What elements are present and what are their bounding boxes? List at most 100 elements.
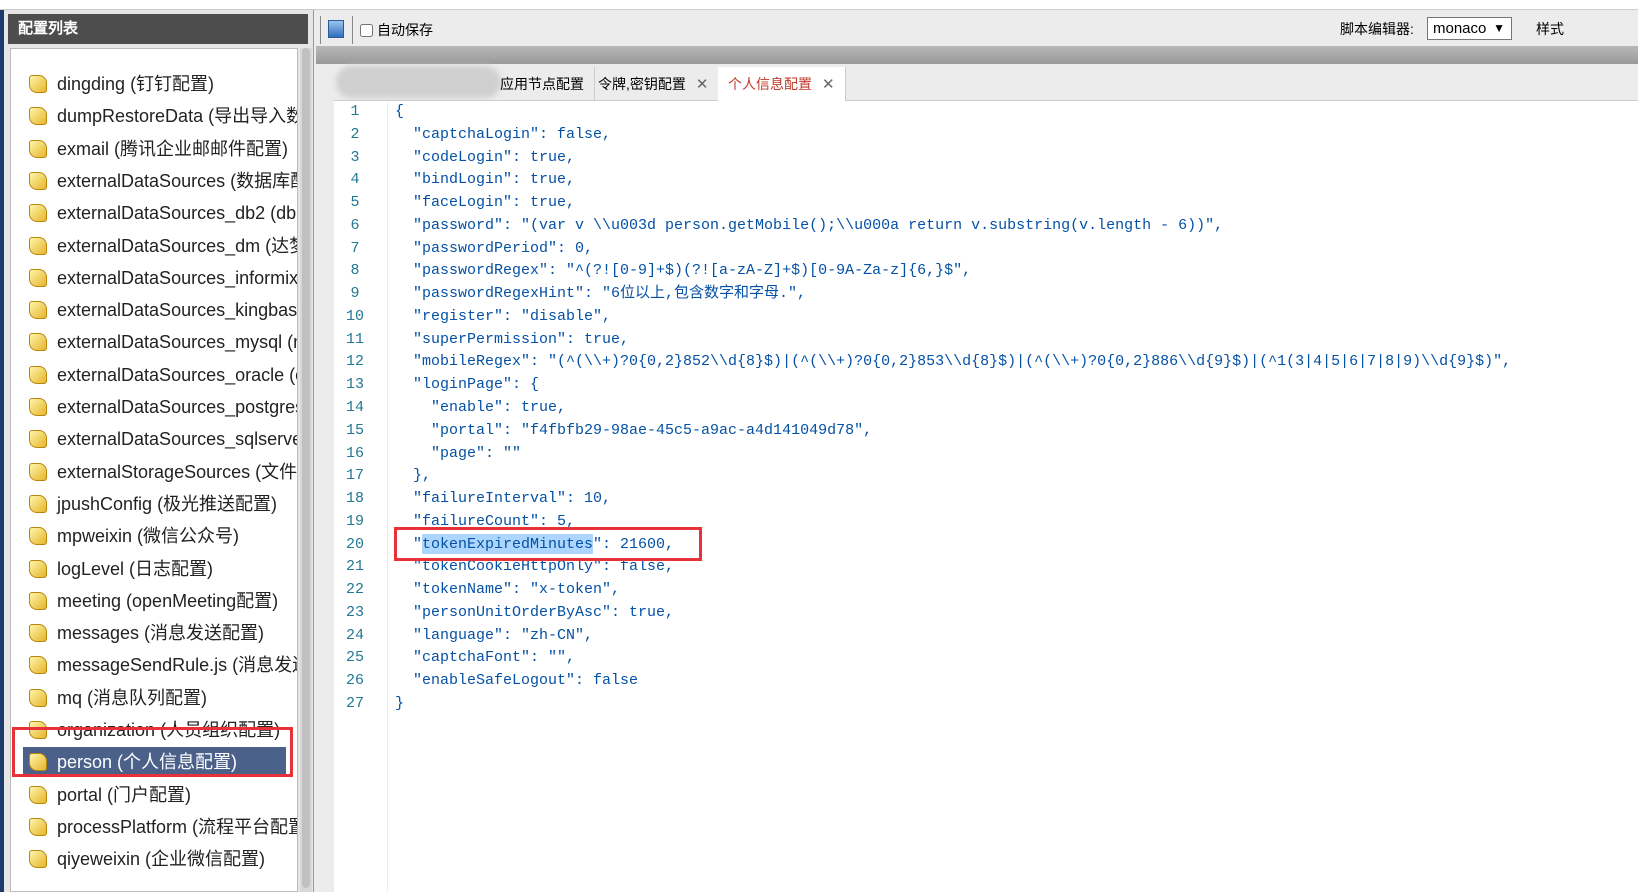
config-list-item[interactable]: meeting (openMeeting配置) bbox=[23, 586, 297, 616]
config-list-item[interactable]: mpweixin (微信公众号) bbox=[23, 521, 297, 551]
config-list-item[interactable]: externalDataSources_dm (达梦 bbox=[23, 231, 297, 261]
scroll-icon bbox=[29, 139, 47, 158]
code-line: "password": "(var v \\u003d person.getMo… bbox=[395, 216, 1224, 234]
tab-person[interactable]: 个人信息配置 ✕ bbox=[718, 67, 846, 101]
line-number: 23 bbox=[345, 603, 364, 621]
item-label: mpweixin (微信公众号) bbox=[57, 526, 240, 547]
line-number: 8 bbox=[350, 262, 360, 280]
autosave-check[interactable] bbox=[360, 23, 373, 37]
line-number: 18 bbox=[345, 490, 364, 508]
line-number: 3 bbox=[350, 148, 360, 166]
item-label: qiyeweixin (企业微信配置) bbox=[57, 849, 266, 870]
scroll-icon bbox=[29, 236, 47, 255]
editor-label: 脚本编辑器: bbox=[1340, 21, 1414, 37]
item-label: exmail (腾讯企业邮邮件配置) bbox=[57, 138, 289, 159]
scroll-icon bbox=[29, 204, 47, 223]
item-label: externalDataSources_postgres bbox=[57, 397, 298, 417]
code-line: "passwordPeriod": 0, bbox=[395, 239, 594, 257]
item-label: messages (消息发送配置) bbox=[57, 623, 265, 644]
config-list-item[interactable]: externalStorageSources (文件存 bbox=[23, 457, 298, 487]
code-line: "faceLogin": true, bbox=[395, 194, 576, 212]
scroll-icon bbox=[29, 559, 47, 578]
config-list-item[interactable]: dingding (钉钉配置) bbox=[23, 69, 297, 99]
blurred-tab bbox=[336, 66, 501, 98]
item-label: dingding (钉钉配置) bbox=[57, 74, 215, 94]
config-list-item[interactable]: qiyeweixin (企业微信配置) bbox=[23, 844, 297, 874]
config-list-item[interactable]: dumpRestoreData (导出导入数 bbox=[23, 101, 297, 131]
line-number: 7 bbox=[350, 239, 360, 257]
tab-token-key[interactable]: 令牌,密钥配置 ✕ bbox=[588, 67, 720, 101]
config-list-item[interactable]: externalDataSources_db2 (db2 bbox=[23, 198, 297, 228]
line-number: 9 bbox=[350, 285, 360, 303]
config-list-item[interactable]: externalDataSources_mysql (m bbox=[23, 327, 297, 357]
scroll-icon bbox=[29, 624, 47, 643]
code-editor[interactable]: 1 {2 "captchaLogin": false, 3 "codeLogin":… bbox=[334, 101, 1638, 892]
line-number: 6 bbox=[350, 216, 360, 234]
config-list-item[interactable]: jpushConfig (极光推送配置) bbox=[23, 489, 297, 519]
chevron-down-icon: ▼ bbox=[1493, 21, 1505, 35]
divider bbox=[352, 16, 353, 44]
line-number: 26 bbox=[345, 672, 364, 690]
gutter-divider bbox=[387, 101, 388, 892]
scroll-icon bbox=[29, 398, 47, 416]
item-label: meeting (openMeeting配置) bbox=[57, 590, 279, 611]
item-label: externalDataSources_kingbase bbox=[57, 300, 298, 321]
config-list-item[interactable]: messages (消息发送配置) bbox=[23, 618, 297, 648]
scroll-icon bbox=[29, 494, 47, 513]
scroll-icon bbox=[29, 75, 47, 93]
tab-bar: 应用节点配置 令牌,密钥配置 ✕ 个人信息配置 ✕ bbox=[334, 64, 1638, 101]
config-list-item[interactable]: logLevel (日志配置) bbox=[23, 554, 297, 584]
config-list-item[interactable]: externalDataSources_kingbase bbox=[23, 295, 298, 325]
top-bar bbox=[0, 0, 1638, 10]
code-line: "page": "" bbox=[395, 444, 522, 462]
tab-label: 令牌,密钥配置 bbox=[598, 76, 686, 92]
sidebar-scrollbar[interactable] bbox=[300, 48, 312, 892]
line-number: 12 bbox=[345, 353, 364, 371]
code-line: } bbox=[395, 695, 405, 713]
item-label: logLevel (日志配置) bbox=[57, 558, 214, 579]
scroll-icon bbox=[29, 365, 47, 384]
line-number: 16 bbox=[345, 444, 364, 462]
line-number: 22 bbox=[345, 581, 364, 599]
close-icon[interactable]: ✕ bbox=[822, 76, 835, 93]
config-list-item[interactable]: externalDataSources (数据库配 bbox=[23, 166, 297, 196]
code-line: "bindLogin": true, bbox=[395, 171, 576, 189]
line-number: 17 bbox=[345, 467, 364, 485]
scroll-icon bbox=[29, 850, 47, 869]
line-number: 5 bbox=[350, 194, 360, 212]
tab-app-node[interactable]: 应用节点配置 bbox=[490, 67, 595, 101]
config-list-item[interactable]: mq (消息队列配置) bbox=[23, 683, 297, 713]
autosave-checkbox[interactable]: 自动保存 bbox=[360, 20, 433, 40]
style-label[interactable]: 样式 bbox=[1536, 19, 1564, 39]
config-list-item[interactable]: externalDataSources_oracle (o bbox=[23, 360, 297, 390]
config-list-item[interactable]: portal (门户配置) bbox=[23, 780, 297, 810]
config-list-item[interactable]: externalDataSources_sqlserver bbox=[23, 424, 297, 454]
line-number: 2 bbox=[350, 125, 360, 143]
editor-select[interactable]: monaco ▼ bbox=[1427, 17, 1512, 40]
editor-select-value: monaco bbox=[1433, 20, 1487, 37]
code-line: "enableSafeLogout": false bbox=[395, 672, 639, 690]
scroll-icon bbox=[29, 817, 47, 836]
scroll-icon bbox=[29, 785, 47, 804]
autosave-label: 自动保存 bbox=[377, 22, 433, 38]
config-list-item[interactable]: processPlatform (流程平台配置 bbox=[23, 812, 297, 842]
line-number: 20 bbox=[345, 535, 364, 553]
close-icon[interactable]: ✕ bbox=[696, 76, 709, 93]
code-line: }, bbox=[395, 467, 432, 485]
highlight-box bbox=[12, 727, 293, 777]
item-label: jpushConfig (极光推送配置) bbox=[57, 493, 278, 514]
config-list-item[interactable]: exmail (腾讯企业邮邮件配置) bbox=[23, 134, 297, 164]
item-label: externalStorageSources (文件存 bbox=[57, 461, 298, 482]
sidebar-title: 配置列表 bbox=[8, 14, 308, 44]
config-list-item[interactable]: messageSendRule.js (消息发送 bbox=[23, 650, 298, 680]
item-label: messageSendRule.js (消息发送 bbox=[57, 655, 298, 676]
code-line: "mobileRegex": "(^(\\+)?0{0,2}852\\d{8}$… bbox=[395, 353, 1512, 371]
scroll-icon bbox=[29, 656, 47, 675]
scroll-icon bbox=[29, 268, 47, 287]
item-label: externalDataSources_informix bbox=[57, 267, 298, 288]
config-list-item[interactable]: externalDataSources_postgres bbox=[23, 392, 298, 422]
config-list-item[interactable]: externalDataSources_informix bbox=[23, 263, 298, 293]
scroll-icon bbox=[29, 462, 47, 481]
code-line: "personUnitOrderByAsc": true, bbox=[395, 603, 675, 621]
save-icon[interactable] bbox=[328, 20, 344, 38]
